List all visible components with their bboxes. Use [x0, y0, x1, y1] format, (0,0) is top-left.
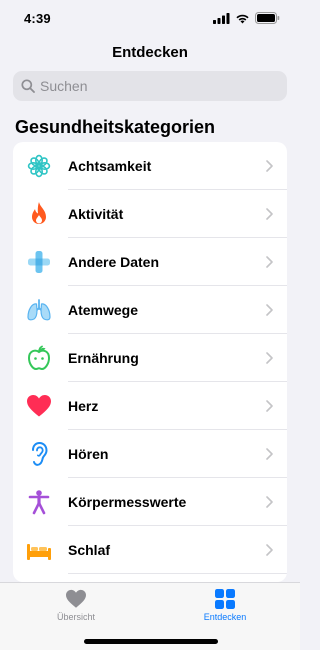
tab-label: Entdecken [203, 612, 247, 622]
heart-icon [25, 392, 53, 420]
chevron-right-icon [266, 544, 273, 556]
home-indicator [84, 639, 218, 644]
category-list: Achtsamkeit Aktivität Andere Daten Atemw… [13, 142, 287, 582]
chevron-right-icon [266, 448, 273, 460]
search-icon [21, 79, 35, 93]
lungs-icon [25, 296, 53, 324]
category-label: Hören [68, 446, 109, 462]
flame-icon [25, 200, 53, 228]
category-label: Achtsamkeit [68, 158, 152, 174]
tab-label: Übersicht [56, 612, 95, 622]
chevron-right-icon [266, 400, 273, 412]
category-row-achtsamkeit[interactable]: Achtsamkeit [13, 142, 287, 190]
chevron-right-icon [266, 352, 273, 364]
status-bar: 4:39 [0, 0, 300, 36]
search-bar[interactable] [13, 71, 287, 101]
status-time: 4:39 [24, 10, 51, 26]
heart-icon [66, 589, 86, 608]
category-row-atemwege[interactable]: Atemwege [13, 286, 287, 334]
category-label: Schlaf [68, 542, 111, 558]
ear-icon [25, 440, 53, 468]
chevron-right-icon [266, 256, 273, 268]
battery-icon [255, 12, 280, 24]
page-title: Entdecken [112, 44, 188, 61]
chevron-right-icon [266, 496, 273, 508]
category-label: Atemwege [68, 302, 139, 318]
plus-icon [25, 248, 53, 276]
tab-entdecken[interactable]: Entdecken [175, 589, 275, 622]
category-label: Aktivität [68, 206, 124, 222]
signal-icon [213, 12, 230, 24]
chevron-right-icon [266, 208, 273, 220]
search-input[interactable] [40, 78, 270, 94]
apple-icon [25, 344, 53, 372]
category-label: Körpermesswerte [68, 494, 187, 510]
bed-icon [25, 536, 53, 564]
wifi-icon [236, 14, 249, 23]
category-label: Ernährung [68, 350, 139, 366]
chevron-right-icon [266, 160, 273, 172]
category-row-schlaf[interactable]: Schlaf [13, 526, 287, 574]
mindfulness-icon [25, 152, 53, 180]
grid-icon [215, 589, 235, 609]
category-row-aktivitaet[interactable]: Aktivität [13, 190, 287, 238]
category-row-herz[interactable]: Herz [13, 382, 287, 430]
category-label: Herz [68, 398, 99, 414]
figure-icon [25, 488, 53, 516]
category-label: Andere Daten [68, 254, 160, 270]
category-row-hoeren[interactable]: Hören [13, 430, 287, 478]
category-row-koerpermesswerte[interactable]: Körpermesswerte [13, 478, 287, 526]
section-title: Gesundheitskategorien [15, 117, 216, 137]
category-row-ernaehrung[interactable]: Ernährung [13, 334, 287, 382]
chevron-right-icon [266, 304, 273, 316]
tab-uebersicht[interactable]: Übersicht [26, 589, 126, 622]
status-icons [213, 12, 280, 24]
category-row-andere-daten[interactable]: Andere Daten [13, 238, 287, 286]
